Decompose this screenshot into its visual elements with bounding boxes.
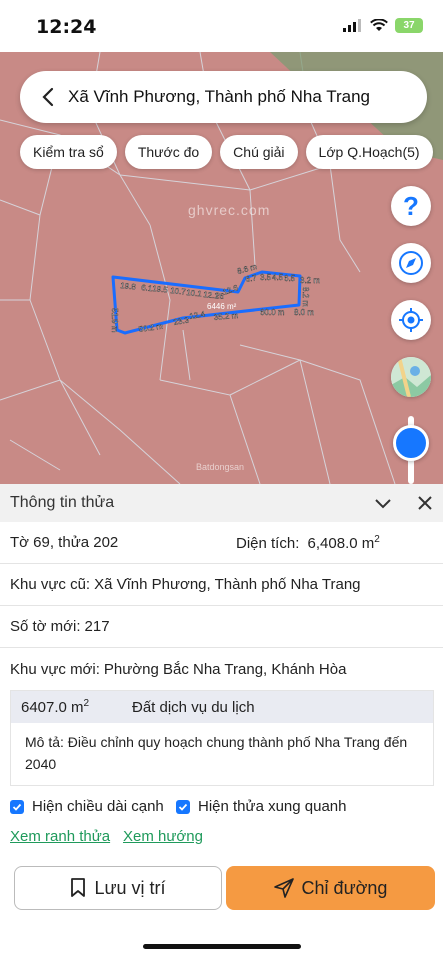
directions-label: Chỉ đường [301,877,388,898]
chip-legend[interactable]: Chú giải [220,135,298,169]
checkbox-checked-icon[interactable] [10,799,24,814]
save-location-button[interactable]: Lưu vị trí [14,866,222,910]
edge-label: 3.2 m [300,276,320,285]
edge-label: 4.5 [272,273,284,282]
opacity-slider-thumb[interactable] [393,425,429,461]
edge-label: 50.2 m [138,322,164,334]
panel-title: Thông tin thửa [10,494,115,511]
edge-label: 19.5 [152,284,169,295]
my-location-button[interactable] [391,300,431,340]
old-area-label: Khu vực cũ: [10,576,91,593]
show-edges-checkbox[interactable]: Hiện chiều dài cạnh [10,798,164,815]
signal-icon [343,19,361,32]
send-icon [273,878,294,898]
wifi-icon [370,19,388,31]
edge-label: 19.8 [120,281,137,292]
area-unit-sup: 2 [374,533,380,545]
help-button[interactable]: ? [391,186,431,226]
question-icon: ? [403,193,419,219]
edge-label: 12.6 [222,283,240,297]
svg-text:?: ? [403,193,419,219]
zone-area: 6407.0 m2 [21,698,90,716]
compass-icon [399,251,423,275]
map-type-button[interactable] [391,357,431,397]
area-field: Diện tích: 6,408.0 m2 [236,534,380,552]
map-thumbnail-icon [391,357,431,397]
new-area-label: Khu vực mới: [10,660,100,678]
chip-planning-layer[interactable]: Lớp Q.Hoạch(5) [305,135,433,169]
row-new-sheet: Số tờ mới: 217 [0,606,443,648]
edge-label: 3.5 [260,273,272,282]
new-sheet-value: 217 [84,618,110,635]
tool-chips: Kiểm tra sổ Thước đo Chú giải Lớp Q.Hoạc… [20,135,433,169]
row-new-area: Khu vực mới: Phường Bắc Nha Trang, Khánh… [0,648,443,690]
edge-label: 8.0 m [294,308,314,317]
zone-header: 6407.0 m2 Đất dịch vụ du lịch [11,691,433,723]
edge-label: 35.2 m [213,311,238,322]
back-icon[interactable] [28,71,68,123]
new-sheet-label: Số tờ mới: [10,618,81,635]
edge-label: 10.1 [186,288,203,299]
location-search-bar[interactable]: Xã Vĩnh Phương, Thành phố Nha Trang [20,71,427,123]
view-boundary-link[interactable]: Xem ranh thửa [10,828,110,845]
chevron-down-icon[interactable] [373,493,393,513]
zone-type: Đất dịch vụ du lịch [132,698,255,716]
battery-icon: 37 [395,18,423,33]
status-time: 12:24 [36,16,97,38]
edge-label: 23.3 [173,315,190,327]
view-direction-link[interactable]: Xem hướng [123,828,203,845]
show-edges-label: Hiện chiều dài cạnh [32,798,164,815]
panel-header: Thông tin thửa [0,484,443,522]
chip-check-certificate[interactable]: Kiểm tra sổ [20,135,117,169]
status-icons: 37 [343,18,423,33]
sheet-parcel: Tờ 69, thửa 202 [10,534,119,551]
edge-label: 60.0 m [260,308,285,317]
new-area-value: Phường Bắc Nha Trang, Khánh Hòa [103,660,347,678]
planning-zone-card: 6407.0 m2 Đất dịch vụ du lịch Mô tả: Điề… [10,690,434,786]
edge-label: 10.7 [170,286,187,297]
edge-label: 51.9 m [110,308,119,333]
row-sheet-parcel: Tờ 69, thửa 202 Diện tích: 6,408.0 m2 [0,522,443,564]
old-area-value: Xã Vĩnh Phương, Thành phố Nha Trang [94,576,361,593]
save-label: Lưu vị trí [94,877,166,898]
status-bar: 12:24 37 [0,0,443,52]
location-text: Xã Vĩnh Phương, Thành phố Nha Trang [68,87,370,106]
checkbox-checked-icon[interactable] [176,799,190,814]
compass-button[interactable] [391,243,431,283]
show-neighbors-checkbox[interactable]: Hiện thửa xung quanh [176,798,346,815]
area-label: Diện tích: [236,534,300,552]
edge-label: 8.2 m [301,287,310,307]
show-neighbors-label: Hiện thửa xung quanh [198,798,347,815]
edge-label: 6.7 [245,273,258,284]
zone-description: Mô tả: Điều chỉnh quy hoạch chung thành … [25,734,408,772]
parcel-area-label: 6446 m² [207,302,237,311]
directions-button[interactable]: Chỉ đường [226,866,435,910]
area-value: 6,408.0 m [307,534,375,552]
close-icon[interactable] [415,493,435,513]
home-indicator [143,944,301,949]
edge-label: 6.5 [284,274,296,283]
locate-icon [399,308,423,332]
edge-label: 12.4 [189,309,206,321]
bookmark-icon [71,878,86,897]
chip-ruler[interactable]: Thước đo [124,135,213,169]
row-old-area: Khu vực cũ: Xã Vĩnh Phương, Thành phố Nh… [0,564,443,606]
